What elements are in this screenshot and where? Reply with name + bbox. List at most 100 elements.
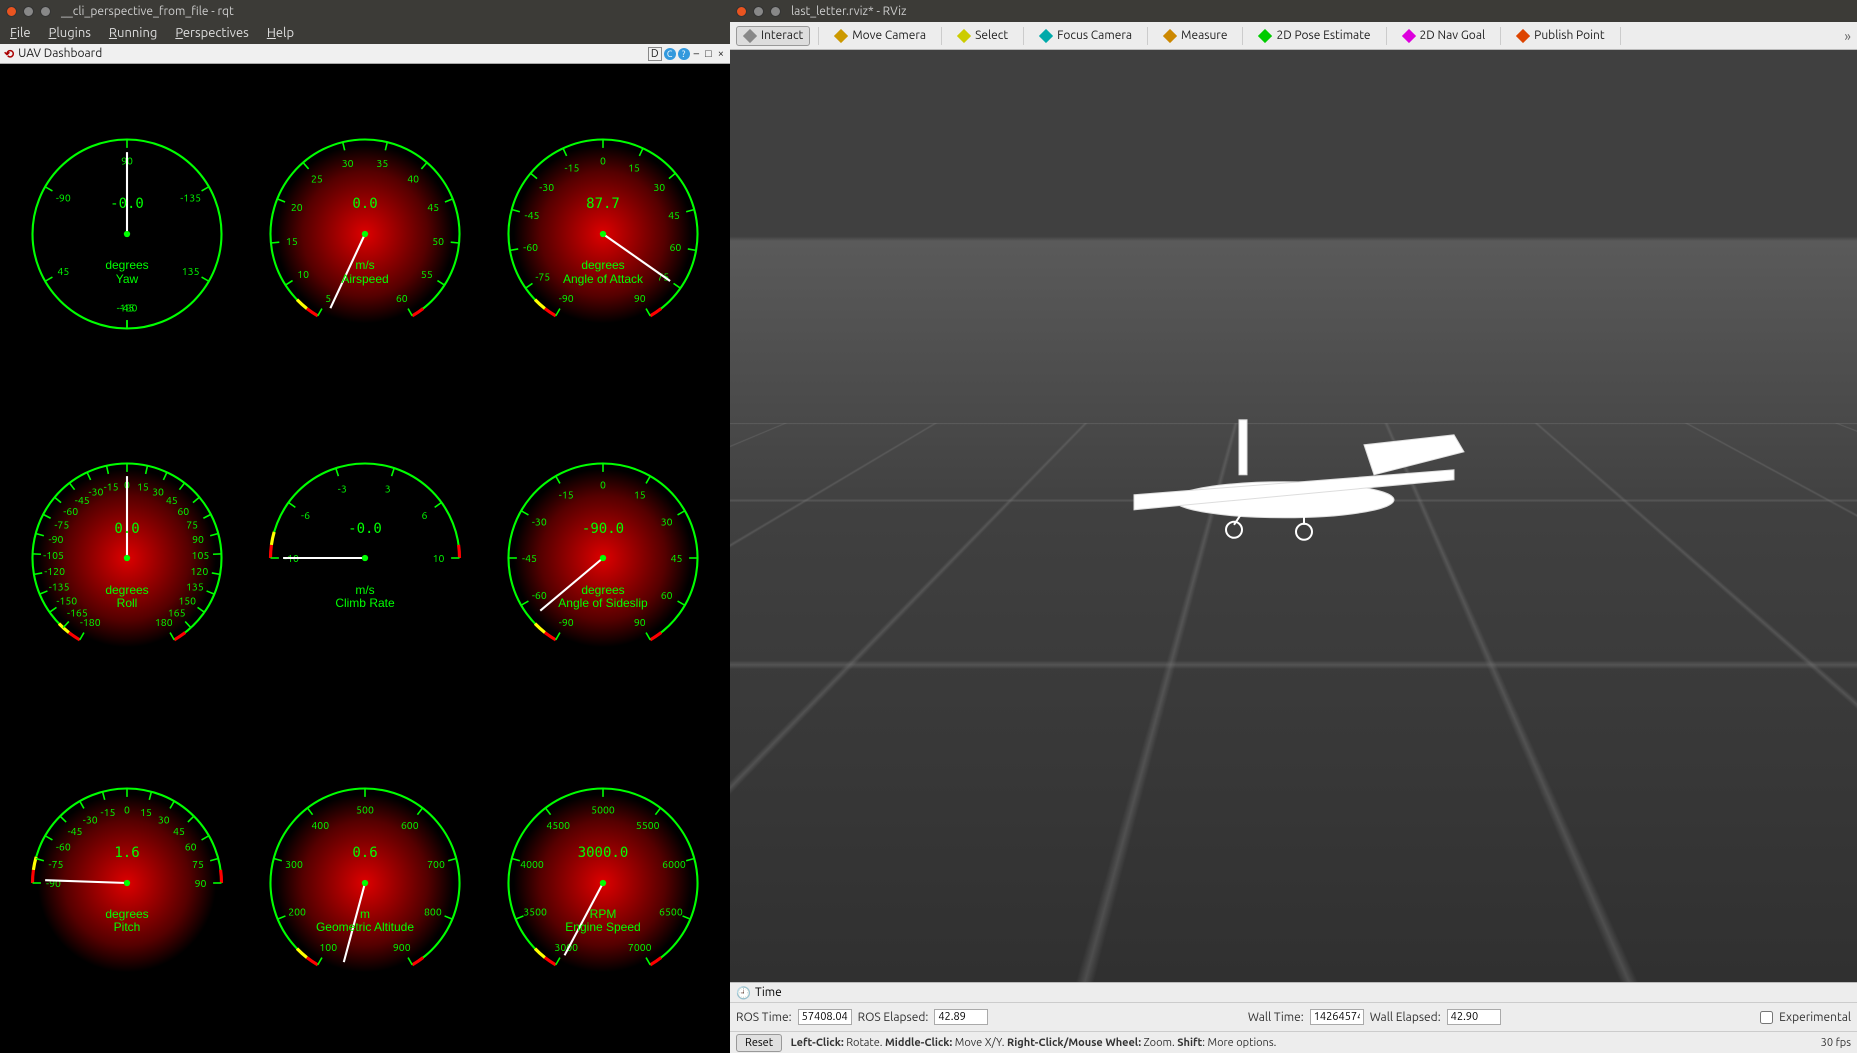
rqt-title: __cli_perspective_from_file - rqt (61, 5, 234, 18)
svg-text:3: 3 (385, 483, 391, 495)
arrow-green-icon (1258, 29, 1272, 43)
arrow-pink-icon (1402, 29, 1416, 43)
dock-c-icon[interactable]: C (664, 48, 676, 60)
maximize-icon[interactable] (770, 6, 781, 17)
minimize-icon[interactable] (23, 6, 34, 17)
menu-help[interactable]: Help (267, 26, 294, 41)
svg-text:-90: -90 (46, 877, 61, 889)
svg-text:35: 35 (376, 157, 388, 169)
svg-text:30: 30 (152, 486, 164, 498)
menu-file[interactable]: File (10, 26, 31, 41)
svg-text:5000: 5000 (591, 804, 615, 816)
rqt-titlebar[interactable]: __cli_perspective_from_file - rqt (0, 0, 730, 22)
gauge-rpm: 300035004000450050005500600065007000 300… (484, 721, 722, 1045)
svg-text:45: 45 (173, 825, 185, 837)
svg-text:-90: -90 (559, 292, 574, 304)
tool-publish-point[interactable]: Publish Point (1509, 26, 1611, 46)
svg-text:40: 40 (407, 173, 419, 185)
tool-select[interactable]: Select (950, 26, 1015, 46)
gauge-value: 87.7 (498, 196, 708, 212)
svg-text:900: 900 (393, 941, 411, 953)
ros-time-label: ROS Time: (736, 1011, 792, 1024)
svg-text:-3: -3 (338, 483, 347, 495)
tool-label: Interact (761, 29, 803, 42)
tool-interact[interactable]: Interact (736, 26, 810, 46)
experimental-checkbox[interactable] (1760, 1011, 1773, 1024)
svg-text:6: 6 (421, 509, 427, 521)
tool-focus-camera[interactable]: Focus Camera (1032, 26, 1139, 46)
svg-text:15: 15 (286, 235, 298, 247)
dock-d-icon[interactable]: D (648, 47, 662, 61)
tool-label: Focus Camera (1057, 29, 1132, 42)
rviz-viewport[interactable] (730, 50, 1857, 982)
ros-elapsed-field[interactable] (934, 1009, 988, 1025)
svg-text:60: 60 (669, 241, 681, 253)
reload-icon[interactable]: ⟲ (4, 47, 14, 61)
hint-sh: Shift (1177, 1037, 1202, 1049)
svg-text:0: 0 (600, 155, 606, 167)
menu-running[interactable]: Running (109, 26, 157, 41)
svg-text:180: 180 (155, 616, 173, 628)
gauge-aoa: -90-75-60-45-30-150153045607590 87.7 deg… (484, 72, 722, 396)
hint-lc-text: Rotate. (844, 1037, 885, 1049)
clock-icon: 🕘 (736, 986, 751, 1000)
rviz-titlebar[interactable]: last_letter.rviz* - RViz (730, 0, 1857, 22)
toolbar-separator (1147, 27, 1148, 45)
dock-close-icon[interactable]: × (716, 48, 726, 60)
gauge-label: m/sClimb Rate (260, 584, 470, 610)
aircraft-model (1104, 380, 1484, 584)
tool-measure[interactable]: Measure (1156, 26, 1234, 46)
time-header-label: Time (755, 986, 782, 999)
reset-button[interactable]: Reset (736, 1034, 782, 1052)
menu-plugins[interactable]: Plugins (49, 26, 91, 41)
svg-text:-45: -45 (522, 553, 537, 565)
svg-text:-120: -120 (44, 565, 65, 577)
toolbar-separator (941, 27, 942, 45)
minimize-icon[interactable] (753, 6, 764, 17)
svg-text:25: 25 (311, 173, 323, 185)
svg-text:30: 30 (158, 813, 170, 825)
svg-text:15: 15 (628, 162, 640, 174)
toolbar-overflow-icon[interactable]: » (1844, 28, 1851, 44)
dock-title: UAV Dashboard (18, 47, 102, 60)
menu-perspectives[interactable]: Perspectives (175, 26, 248, 41)
hint-mc-text: Move X/Y. (952, 1037, 1007, 1049)
maximize-icon[interactable] (40, 6, 51, 17)
gauge-label: RPMEngine Speed (498, 908, 708, 934)
dock-help-icon[interactable]: ? (678, 48, 690, 60)
ros-elapsed-label: ROS Elapsed: (858, 1011, 929, 1024)
svg-text:105: 105 (192, 549, 210, 561)
gauge-label: degreesRoll (22, 584, 232, 610)
time-header[interactable]: 🕘 Time (730, 983, 1857, 1003)
gauge-altitude: 100200300400500600700800900 0.6 mGeometr… (246, 721, 484, 1045)
gauge-value: 0.0 (260, 196, 470, 212)
tool-2d-pose-estimate[interactable]: 2D Pose Estimate (1251, 26, 1377, 46)
hint-rc-text: Zoom. (1141, 1037, 1177, 1049)
close-icon[interactable] (736, 6, 747, 17)
svg-text:100: 100 (319, 941, 337, 953)
close-icon[interactable] (6, 6, 17, 17)
svg-text:10: 10 (433, 553, 445, 565)
hint-mc: Middle-Click: (885, 1037, 952, 1049)
ros-time-field[interactable] (798, 1009, 852, 1025)
wall-time-field[interactable] (1310, 1009, 1364, 1025)
hint-rc: Right-Click/Mouse Wheel: (1007, 1037, 1141, 1049)
wall-elapsed-field[interactable] (1447, 1009, 1501, 1025)
gauge-pitch: -90-75-60-45-30-150153045607590 1.6 degr… (8, 721, 246, 1045)
svg-text:90: 90 (634, 616, 646, 628)
svg-text:15: 15 (634, 489, 646, 501)
tool-move-camera[interactable]: Move Camera (827, 26, 933, 46)
rqt-menubar: File Plugins Running Perspectives Help (0, 22, 730, 44)
dock-min-icon[interactable]: – (692, 48, 701, 60)
tool-2d-nav-goal[interactable]: 2D Nav Goal (1395, 26, 1493, 46)
svg-text:-90: -90 (559, 616, 574, 628)
dock-float-icon[interactable]: □ (703, 48, 714, 60)
svg-text:400: 400 (311, 819, 329, 831)
toolbar-separator (1386, 27, 1387, 45)
svg-text:45: 45 (671, 553, 683, 565)
svg-text:-15: -15 (101, 806, 116, 818)
gauge-roll: -180-165-150-135-120-105-90-75-60-45-30-… (8, 396, 246, 720)
svg-text:-6: -6 (301, 509, 310, 521)
svg-text:-15: -15 (559, 489, 574, 501)
window-controls (6, 6, 51, 17)
